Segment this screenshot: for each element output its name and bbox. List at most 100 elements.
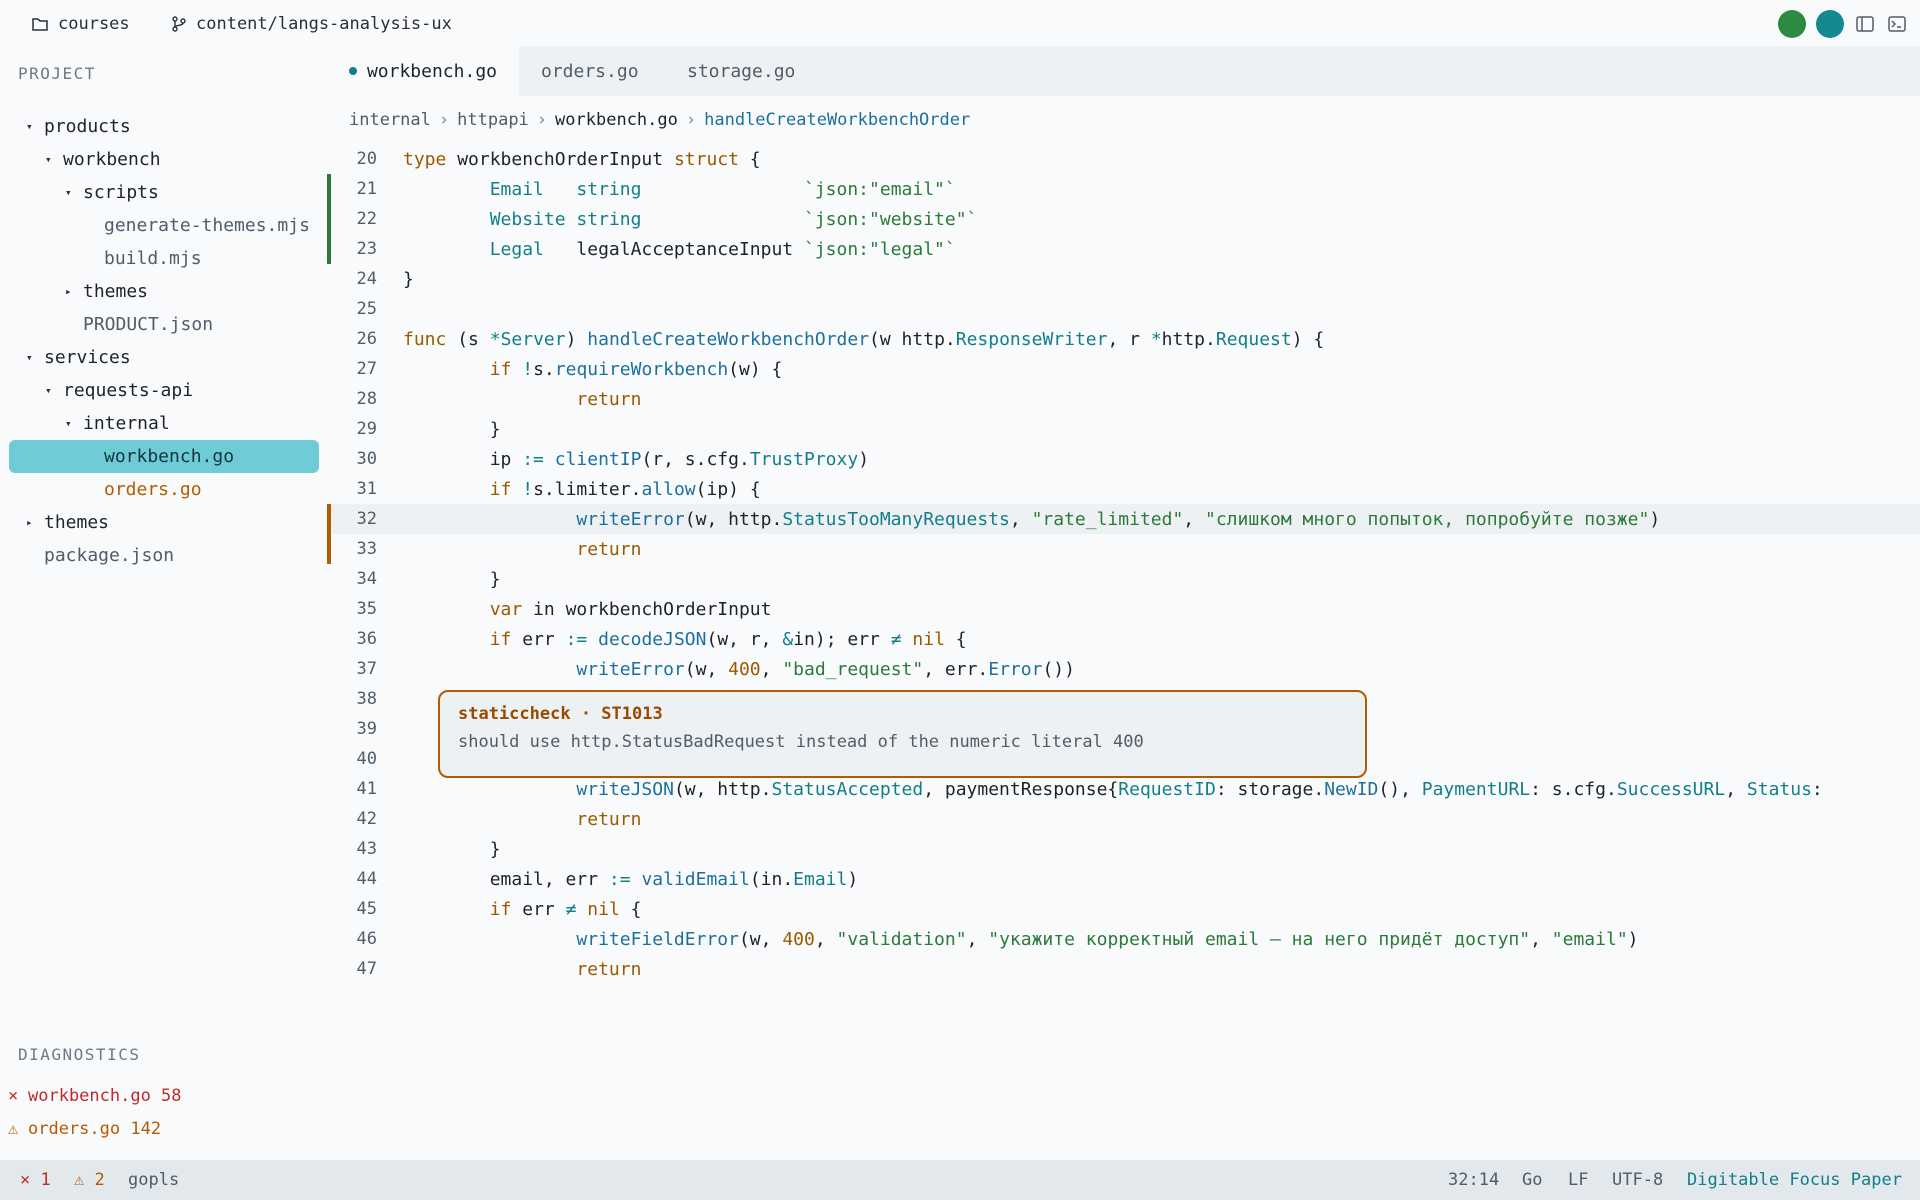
code-line[interactable]: 20 type workbenchOrderInput struct { bbox=[327, 144, 1920, 174]
code-line[interactable]: 47 return bbox=[327, 954, 1920, 984]
tree-folder[interactable]: ▾ products bbox=[26, 110, 131, 143]
code-line[interactable]: 41 writeJSON(w, http.StatusAccepted, pay… bbox=[327, 774, 1920, 804]
branch-switcher[interactable]: content/langs-analysis-ux bbox=[172, 12, 452, 36]
warning-count[interactable]: ⚠ 2 bbox=[74, 1170, 105, 1190]
tree-file[interactable]: generate-themes.mjs bbox=[86, 209, 310, 242]
tree-folder[interactable]: ▾ workbench bbox=[45, 143, 161, 176]
code-line[interactable]: 33 return bbox=[327, 534, 1920, 564]
diagnostic-item[interactable]: ⚠ orders.go 142 bbox=[8, 1114, 161, 1144]
tree-folder[interactable]: ▾ internal bbox=[65, 407, 170, 440]
code-line[interactable]: 21 Email string `json:"email"` bbox=[327, 174, 1920, 204]
code-token: string bbox=[576, 208, 642, 230]
warning-icon: ⚠ bbox=[8, 1119, 19, 1139]
project-name: courses bbox=[58, 14, 130, 34]
code-line[interactable]: 44 email, err := validEmail(in.Email) bbox=[327, 864, 1920, 894]
code-line[interactable]: 24} bbox=[327, 264, 1920, 294]
code-area[interactable]: internal › httpapi › workbench.go › hand… bbox=[327, 96, 1920, 1160]
chevron-down-icon[interactable]: ▾ bbox=[26, 351, 44, 364]
line-number: 28 bbox=[356, 389, 377, 409]
language-server[interactable]: gopls bbox=[128, 1170, 179, 1190]
code-token: return bbox=[576, 538, 642, 560]
code-text: if err := decodeJSON(w, r, &in); err ≠ n… bbox=[403, 629, 967, 650]
code-line[interactable]: 26 func (s *Server) handleCreateWorkbench… bbox=[327, 324, 1920, 354]
code-token: , bbox=[760, 658, 783, 680]
tree-file[interactable]: orders.go bbox=[86, 473, 202, 506]
tree-folder[interactable]: ▾ requests-api bbox=[45, 374, 193, 407]
code-token: StatusTooManyRequests bbox=[782, 508, 1010, 530]
code-line[interactable]: 28 return bbox=[327, 384, 1920, 414]
status-bar: × 1 ⚠ 2 gopls 32:14 Go LF UTF-8 Digitabl… bbox=[0, 1160, 1920, 1200]
code-line[interactable]: 43 } bbox=[327, 834, 1920, 864]
code-line[interactable]: 31 if !s.limiter.allow(ip) { bbox=[327, 474, 1920, 504]
code-line[interactable]: 46 writeFieldError(w, 400, "validation",… bbox=[327, 924, 1920, 954]
chevron-right-icon[interactable]: ▸ bbox=[26, 516, 44, 529]
tree-file[interactable]: build.mjs bbox=[86, 242, 202, 275]
tree-folder[interactable]: ▸ themes bbox=[26, 506, 109, 539]
code-token: struct bbox=[673, 148, 739, 170]
project-switcher[interactable]: courses bbox=[32, 12, 130, 36]
breadcrumb-item[interactable]: internal bbox=[349, 110, 431, 130]
code-token: var bbox=[489, 598, 523, 620]
code-line[interactable]: 27 if !s.requireWorkbench(w) { bbox=[327, 354, 1920, 384]
code-line[interactable]: 36 if err := decodeJSON(w, r, &in); err … bbox=[327, 624, 1920, 654]
code-line[interactable]: 30 ip := clientIP(r, s.cfg.TrustProxy) bbox=[327, 444, 1920, 474]
breadcrumb-item[interactable]: workbench.go bbox=[555, 110, 678, 130]
tab-workbench-go[interactable]: workbench.go bbox=[327, 46, 519, 96]
tree-file[interactable]: PRODUCT.json bbox=[65, 308, 213, 341]
code-token: (w) { bbox=[728, 358, 783, 380]
tab-orders-go[interactable]: orders.go bbox=[519, 46, 661, 96]
code-token: NewID bbox=[1324, 778, 1379, 800]
code-token: { bbox=[944, 628, 967, 650]
cursor-position[interactable]: 32:14 bbox=[1448, 1170, 1499, 1190]
line-ending[interactable]: LF bbox=[1568, 1170, 1588, 1190]
chevron-down-icon[interactable]: ▾ bbox=[45, 384, 63, 397]
code-token: (ip) { bbox=[695, 478, 761, 500]
code-line[interactable]: 23 Legal legalAcceptanceInput `json:"leg… bbox=[327, 234, 1920, 264]
toggle-sidebar-icon[interactable] bbox=[1854, 13, 1876, 35]
code-line[interactable]: 34 } bbox=[327, 564, 1920, 594]
code-token: func bbox=[403, 328, 447, 350]
code-line[interactable]: 35 var in workbenchOrderInput bbox=[327, 594, 1920, 624]
chevron-down-icon[interactable]: ▾ bbox=[65, 417, 83, 430]
collaborator-avatar[interactable] bbox=[1816, 10, 1844, 38]
chevron-down-icon[interactable]: ▾ bbox=[45, 153, 63, 166]
code-line[interactable]: 37 writeError(w, 400, "bad_request", err… bbox=[327, 654, 1920, 684]
collaborator-avatar[interactable] bbox=[1778, 10, 1806, 38]
code-token: if bbox=[489, 628, 512, 650]
breadcrumb-symbol[interactable]: handleCreateWorkbenchOrder bbox=[704, 110, 970, 130]
code-line[interactable]: 32 writeError(w, http.StatusTooManyReque… bbox=[327, 504, 1920, 534]
tree-folder[interactable]: ▾ services bbox=[26, 341, 131, 374]
code-line[interactable]: 45 if err ≠ nil { bbox=[327, 894, 1920, 924]
folder-icon bbox=[32, 18, 48, 31]
terminal-icon[interactable] bbox=[1886, 13, 1908, 35]
code-line[interactable]: 25 bbox=[327, 294, 1920, 324]
tree-file[interactable]: workbench.go bbox=[9, 440, 319, 473]
breadcrumb-item[interactable]: httpapi bbox=[457, 110, 529, 130]
chevron-down-icon[interactable]: ▾ bbox=[65, 186, 83, 199]
error-count[interactable]: × 1 bbox=[20, 1170, 51, 1190]
code-token: ) bbox=[565, 328, 588, 350]
chevron-down-icon[interactable]: ▾ bbox=[26, 120, 44, 133]
code-line[interactable]: 29 } bbox=[327, 414, 1920, 444]
code-line[interactable]: 42 return bbox=[327, 804, 1920, 834]
theme-name[interactable]: Digitable Focus Paper bbox=[1687, 1170, 1902, 1190]
line-number: 26 bbox=[356, 329, 377, 349]
code-token: , bbox=[966, 928, 989, 950]
tree-folder[interactable]: ▸ themes bbox=[65, 275, 148, 308]
code-line[interactable]: 22 Website string `json:"website"` bbox=[327, 204, 1920, 234]
code-text: writeJSON(w, http.StatusAccepted, paymen… bbox=[403, 778, 1822, 800]
code-token: , bbox=[1183, 508, 1205, 530]
line-number: 29 bbox=[356, 419, 377, 439]
chevron-right-icon[interactable]: ▸ bbox=[65, 285, 83, 298]
language-mode[interactable]: Go bbox=[1522, 1170, 1542, 1190]
tree-file[interactable]: package.json bbox=[26, 539, 174, 572]
tab-storage-go[interactable]: storage.go bbox=[665, 46, 817, 96]
code-token: if bbox=[489, 358, 512, 380]
encoding[interactable]: UTF-8 bbox=[1612, 1170, 1663, 1190]
code-text: } bbox=[403, 269, 414, 290]
diagnostic-item[interactable]: × workbench.go 58 bbox=[8, 1081, 182, 1111]
tree-folder[interactable]: ▾ scripts bbox=[65, 176, 159, 209]
line-number: 39 bbox=[356, 719, 377, 739]
